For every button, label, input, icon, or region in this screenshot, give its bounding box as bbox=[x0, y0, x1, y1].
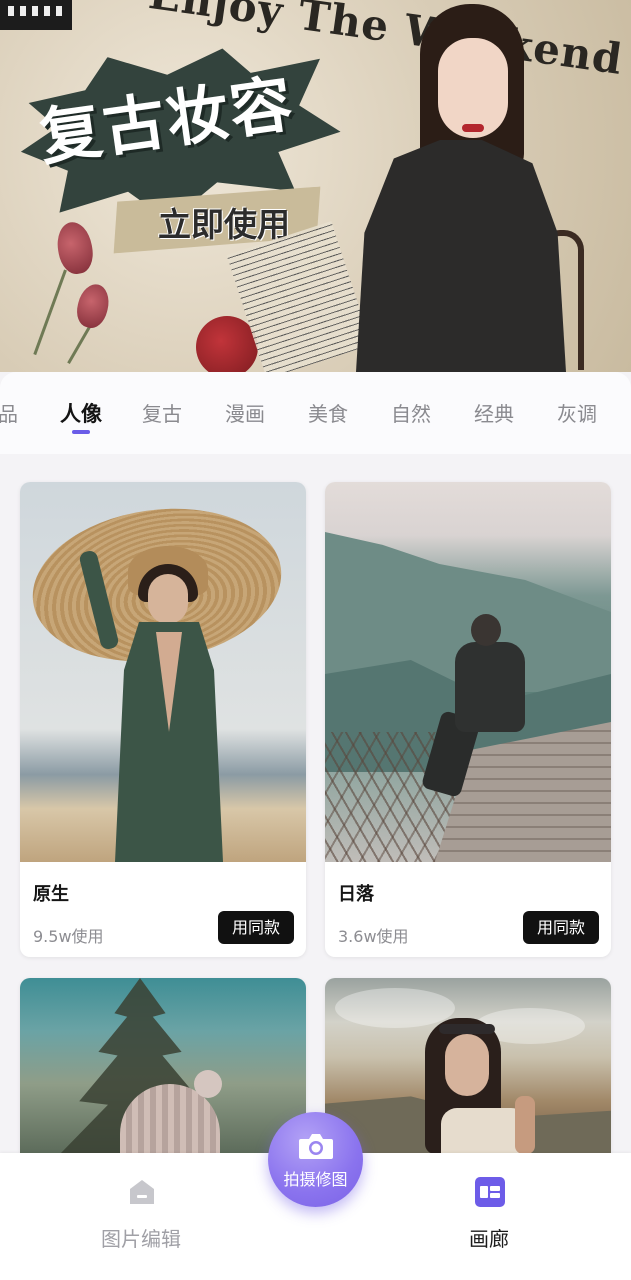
rose-stem bbox=[33, 269, 67, 356]
woman-arm bbox=[515, 1096, 535, 1154]
bandana bbox=[439, 1024, 495, 1034]
capture-edit-label: 拍摄修图 bbox=[283, 1170, 348, 1189]
banner-model bbox=[342, 0, 584, 372]
filter-card[interactable] bbox=[20, 978, 306, 1154]
film-strip-decoration bbox=[0, 0, 72, 30]
rose-decoration bbox=[73, 281, 113, 331]
rose-decoration bbox=[53, 219, 97, 277]
filter-card[interactable]: 日落 3.6w使用 用同款 bbox=[325, 482, 611, 957]
hiker-head bbox=[471, 614, 501, 646]
camera-icon bbox=[299, 1134, 333, 1159]
card-photo bbox=[325, 978, 611, 1154]
card-photo bbox=[20, 482, 306, 862]
tab-nature[interactable]: 自然 bbox=[391, 398, 431, 427]
nav-gallery[interactable]: 画廊 bbox=[401, 1153, 601, 1280]
woman-face bbox=[445, 1034, 489, 1096]
card-title: 日落 bbox=[338, 884, 374, 905]
tab-partial[interactable]: 品 bbox=[0, 398, 18, 427]
active-tab-indicator bbox=[72, 430, 90, 434]
nav-gallery-label: 画廊 bbox=[469, 1227, 509, 1251]
tab-gray[interactable]: 灰调 bbox=[557, 398, 597, 427]
capture-edit-button[interactable]: 拍摄修图 bbox=[268, 1112, 363, 1207]
card-usage-count: 3.6w使用 bbox=[338, 927, 409, 946]
use-same-button[interactable]: 用同款 bbox=[523, 911, 599, 944]
filter-card[interactable]: 原生 9.5w使用 用同款 bbox=[20, 482, 306, 957]
category-tabs: 品 人像 复古 漫画 美食 自然 经典 灰调 bbox=[0, 372, 631, 454]
beanie-pompom bbox=[194, 1070, 222, 1098]
use-same-button[interactable]: 用同款 bbox=[218, 911, 294, 944]
banner-cta-button[interactable]: 立即使用 bbox=[158, 198, 290, 246]
tab-retro[interactable]: 复古 bbox=[142, 398, 182, 427]
tab-portrait[interactable]: 人像 bbox=[60, 398, 102, 428]
card-usage-count: 9.5w使用 bbox=[33, 927, 104, 946]
model-face bbox=[438, 38, 508, 138]
gallery-icon bbox=[475, 1177, 505, 1207]
filter-card[interactable] bbox=[325, 978, 611, 1154]
model-face bbox=[148, 574, 188, 624]
nav-image-edit-label: 图片编辑 bbox=[101, 1227, 181, 1251]
card-title: 原生 bbox=[33, 884, 69, 905]
card-photo bbox=[20, 978, 306, 1154]
tab-food[interactable]: 美食 bbox=[308, 398, 348, 427]
model-jacket bbox=[356, 140, 566, 372]
card-photo bbox=[325, 482, 611, 862]
cloud bbox=[335, 988, 455, 1028]
nav-image-edit[interactable]: 图片编辑 bbox=[41, 1153, 241, 1280]
promo-banner[interactable]: Enjoy The Weekend 复古妆容 立即使用 bbox=[0, 0, 631, 372]
model-lips bbox=[462, 124, 484, 132]
hiker-body bbox=[455, 642, 525, 732]
tab-classic[interactable]: 经典 bbox=[474, 398, 514, 427]
home-icon bbox=[130, 1180, 154, 1204]
tab-comic[interactable]: 漫画 bbox=[225, 398, 265, 427]
